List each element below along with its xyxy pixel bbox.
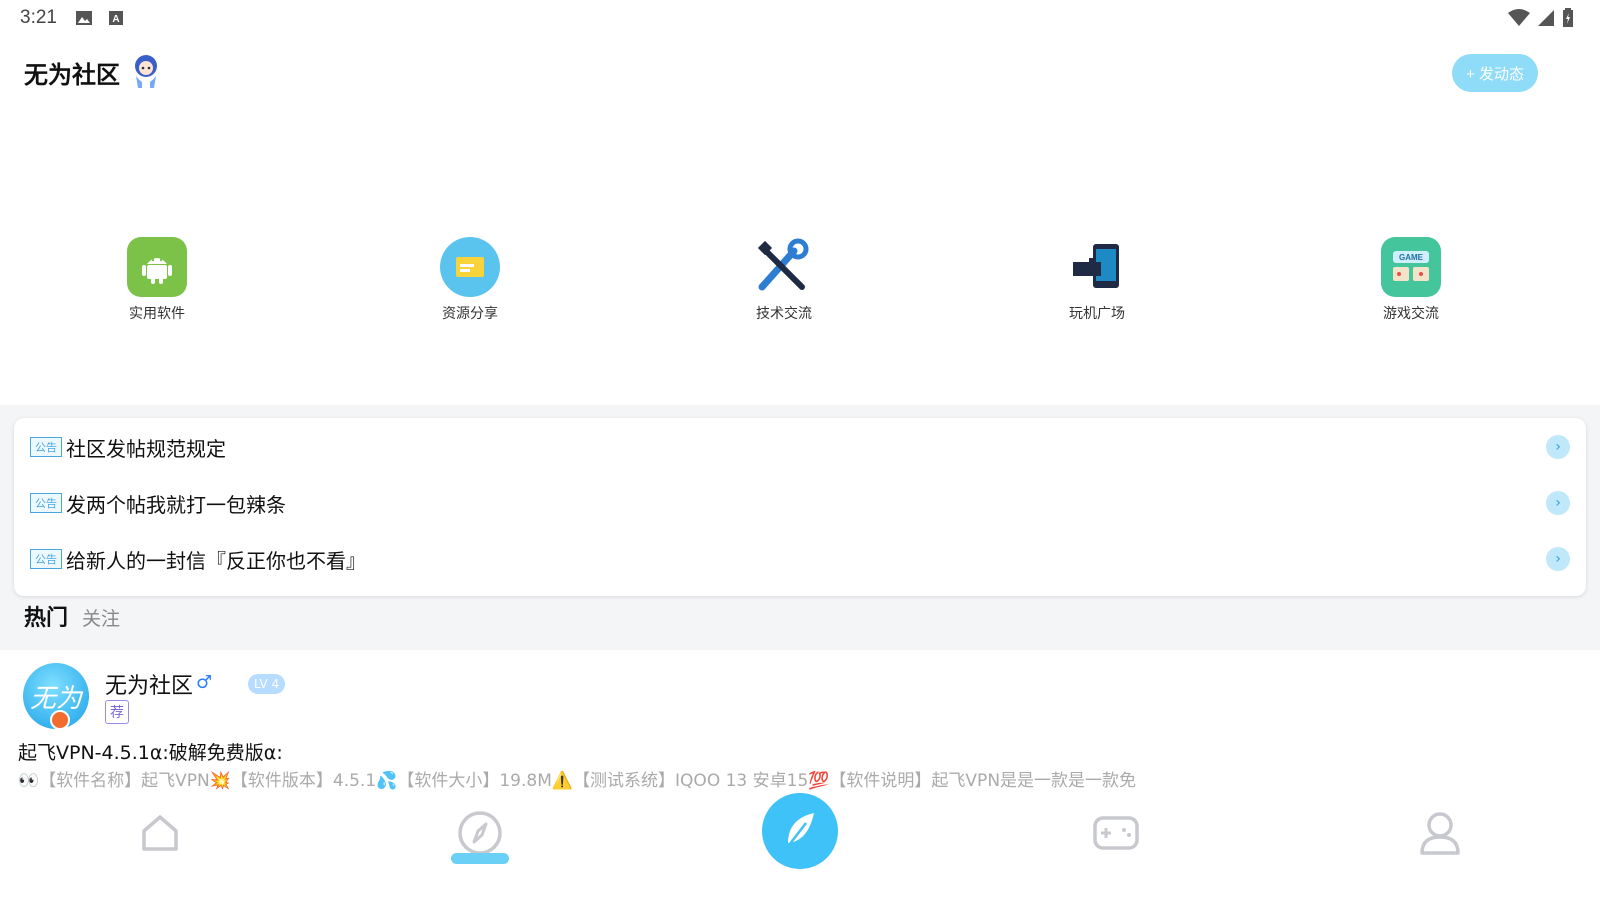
category-label: 玩机广场 [1069,306,1125,322]
category-grid: 实用软件 资源分享 技术交流 玩机广场 GAME 游戏交流 [0,237,1600,337]
home-icon [142,815,178,851]
notice-text: 发两个帖我就打一包辣条 [66,492,286,517]
nav-games[interactable] [1086,803,1146,863]
level-badge: LV 4 [248,674,286,694]
recommend-tag: 荐 [105,700,129,724]
svg-text:GAME: GAME [1399,253,1424,262]
post-dynamic-button[interactable]: + 发动态 [1452,54,1538,92]
brand: 无为社区 [24,52,164,92]
game-icon: GAME [1381,237,1441,297]
phone-puzzle-icon [1067,237,1127,297]
notice-item[interactable]: 公告 发两个帖我就打一包辣条 › [30,483,1570,523]
tab-hot[interactable]: 热门 [24,600,68,632]
post-title[interactable]: 起飞VPN-4.5.1α:破解免费版α: [18,738,283,765]
category-label: 技术交流 [756,306,812,322]
nav-profile[interactable] [1410,803,1470,863]
nav-publish[interactable] [762,793,838,869]
gender-male-icon: ♂ [196,672,213,693]
notice-item[interactable]: 公告 给新人的一封信『反正你也不看』 › [30,539,1570,579]
notice-tag: 公告 [30,437,62,457]
feed-tabs: 热门 关注 [24,600,120,632]
tools-icon [754,237,814,297]
verified-badge-icon [50,710,70,730]
notice-item[interactable]: 公告 社区发帖规范规定 › [30,427,1570,467]
app-header: 无为社区 + 发动态 [0,44,1600,104]
category-label: 实用软件 [129,306,185,322]
notice-text: 社区发帖规范规定 [66,436,226,461]
post-card[interactable]: 无为 无为社区 ♂ LV 4 荐 起飞VPN-4.5.1α:破解免费版α: 👀【… [8,652,1592,812]
svg-text:A: A [112,14,119,25]
wifi-icon [1508,9,1530,26]
category-practical-software[interactable]: 实用软件 [97,237,217,323]
mascot-icon [135,55,157,88]
folder-icon [440,237,500,297]
nav-home[interactable] [130,803,190,863]
compass-icon [458,811,502,855]
category-game-exchange[interactable]: GAME 游戏交流 [1351,237,1471,323]
signal-icon [1538,10,1554,26]
gamepad-icon [1093,816,1139,850]
notice-text: 给新人的一封信『反正你也不看』 [66,548,366,573]
notice-tag: 公告 [30,549,62,569]
category-phone-plaza[interactable]: 玩机广场 [1037,237,1157,323]
status-bar: 3:21 A [0,0,1600,36]
category-tech-exchange[interactable]: 技术交流 [724,237,844,323]
android-icon [127,237,187,297]
post-description: 👀【软件名称】起飞VPN💥【软件版本】4.5.1💦【软件大小】19.8M⚠️【测… [18,771,1137,791]
app-title: 无为社区 [24,60,120,89]
level-value: 4 [271,677,280,691]
bottom-navigation [0,793,1600,900]
chevron-right-icon: › [1546,491,1570,515]
chevron-right-icon: › [1546,547,1570,571]
profile-icon [1420,812,1460,855]
notice-tag: 公告 [30,493,62,513]
level-prefix: LV [254,677,268,691]
image-icon [75,11,92,25]
status-time: 3:21 [20,7,57,28]
a-letter-icon: A [108,11,123,25]
chevron-right-icon: › [1546,435,1570,459]
active-tab-indicator [451,853,509,864]
tab-follow[interactable]: 关注 [82,604,120,631]
category-label: 游戏交流 [1383,306,1439,322]
category-label: 资源分享 [442,306,498,322]
battery-icon [1563,8,1573,27]
post-username[interactable]: 无为社区 [105,668,193,700]
feather-icon [785,813,814,850]
category-resource-share[interactable]: 资源分享 [410,237,530,323]
notice-panel: 公告 社区发帖规范规定 › 公告 发两个帖我就打一包辣条 › 公告 给新人的一封… [14,418,1586,596]
